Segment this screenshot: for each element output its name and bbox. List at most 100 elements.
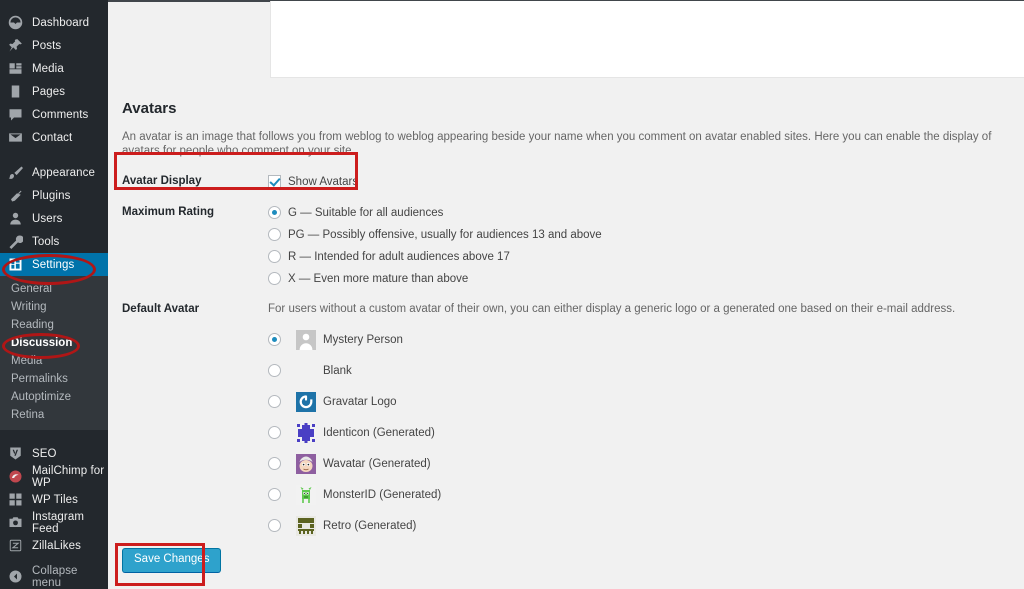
gravatar-logo-avatar <box>296 392 316 412</box>
avatar-option-mystery-person[interactable]: Mystery Person <box>268 324 1014 355</box>
rating-label-r[interactable]: R — Intended for adult audiences above 1… <box>288 251 510 263</box>
sidebar-separator-2 <box>0 430 108 442</box>
sidebar-item-tools[interactable]: Tools <box>0 230 108 253</box>
avatar-radio-mystery-person[interactable] <box>268 333 281 346</box>
maximum-rating-cell: G — Suitable for all audiences PG — Poss… <box>268 197 1024 294</box>
sidebar-item-posts[interactable]: Posts <box>0 34 108 57</box>
upper-content-panel <box>270 1 1024 78</box>
rating-label-pg[interactable]: PG — Possibly offensive, usually for aud… <box>288 229 602 241</box>
submit-area: Save Changes <box>122 548 221 573</box>
sidebar-item-label: Plugins <box>32 190 70 202</box>
table-row-maximum-rating: Maximum Rating G — Suitable for all audi… <box>122 197 1024 294</box>
brush-icon <box>8 165 23 180</box>
avatar-label-blank[interactable]: Blank <box>323 365 352 377</box>
submenu-item-discussion[interactable]: Discussion <box>0 334 108 352</box>
avatar-label-monsterid[interactable]: MonsterID (Generated) <box>323 489 441 501</box>
yoast-seo-icon <box>8 446 23 461</box>
sidebar-item-label: MailChimp for WP <box>32 465 108 489</box>
tiles-icon <box>8 492 23 507</box>
sidebar-item-dashboard[interactable]: Dashboard <box>0 11 108 34</box>
sidebar-item-settings[interactable]: Settings <box>0 253 108 276</box>
submenu-item-autoptimize[interactable]: Autoptimize <box>0 388 108 406</box>
sidebar-group-core: Dashboard Posts Media Pages Comments <box>0 11 108 149</box>
submenu-item-permalinks[interactable]: Permalinks <box>0 370 108 388</box>
avatar-radio-blank[interactable] <box>268 364 281 377</box>
avatar-label-wavatar[interactable]: Wavatar (Generated) <box>323 458 431 470</box>
default-avatar-label: Default Avatar <box>122 294 268 550</box>
sidebar-item-label: SEO <box>32 448 57 460</box>
avatar-radio-identicon[interactable] <box>268 426 281 439</box>
rating-option-g[interactable]: G — Suitable for all audiences <box>268 206 1014 219</box>
avatar-option-identicon[interactable]: Identicon (Generated) <box>268 417 1014 448</box>
sidebar-item-label: Comments <box>32 109 88 121</box>
monsterid-avatar <box>296 485 316 505</box>
avatar-label-gravatar-logo[interactable]: Gravatar Logo <box>323 396 397 408</box>
dashboard-icon <box>8 15 23 30</box>
rating-radio-g[interactable] <box>268 206 281 219</box>
sidebar-item-comments[interactable]: Comments <box>0 103 108 126</box>
avatar-label-mystery-person[interactable]: Mystery Person <box>323 334 403 346</box>
avatar-radio-retro[interactable] <box>268 519 281 532</box>
default-avatar-description: For users without a custom avatar of the… <box>268 303 1014 315</box>
sidebar-item-media[interactable]: Media <box>0 57 108 80</box>
sidebar-item-users[interactable]: Users <box>0 207 108 230</box>
avatars-section: Avatars An avatar is an image that follo… <box>122 100 1024 550</box>
avatar-radio-gravatar-logo[interactable] <box>268 395 281 408</box>
show-avatars-row[interactable]: Show Avatars <box>268 175 1014 188</box>
avatar-radio-monsterid[interactable] <box>268 488 281 501</box>
media-icon <box>8 61 23 76</box>
rating-label-g[interactable]: G — Suitable for all audiences <box>288 207 443 219</box>
avatars-description: An avatar is an image that follows you f… <box>122 130 1024 158</box>
sidebar-item-collapse-menu[interactable]: Collapse menu <box>0 565 108 588</box>
sidebar-group-plugins: SEO MailChimp for WP WP Tiles Instagram … <box>0 442 108 557</box>
sidebar-item-label: Collapse menu <box>32 565 108 589</box>
sidebar-item-pages[interactable]: Pages <box>0 80 108 103</box>
show-avatars-label[interactable]: Show Avatars <box>288 176 358 188</box>
sidebar-item-wp-tiles[interactable]: WP Tiles <box>0 488 108 511</box>
sidebar-item-appearance[interactable]: Appearance <box>0 161 108 184</box>
rating-radio-x[interactable] <box>268 272 281 285</box>
default-avatar-cell: For users without a custom avatar of the… <box>268 294 1024 550</box>
submenu-item-general[interactable]: General <box>0 280 108 298</box>
rating-option-pg[interactable]: PG — Possibly offensive, usually for aud… <box>268 228 1014 241</box>
sidebar-item-seo[interactable]: SEO <box>0 442 108 465</box>
sidebar-item-plugins[interactable]: Plugins <box>0 184 108 207</box>
sidebar-item-label: WP Tiles <box>32 494 78 506</box>
sidebar-separator-1 <box>0 149 108 161</box>
avatar-option-monsterid[interactable]: MonsterID (Generated) <box>268 479 1014 510</box>
sidebar-item-label: ZillaLikes <box>32 540 81 552</box>
rating-option-x[interactable]: X — Even more mature than above <box>268 272 1014 285</box>
rating-option-r[interactable]: R — Intended for adult audiences above 1… <box>268 250 1014 263</box>
submenu-item-reading[interactable]: Reading <box>0 316 108 334</box>
sidebar-item-label: Appearance <box>32 167 95 179</box>
table-row-avatar-display: Avatar Display Show Avatars <box>122 166 1024 197</box>
sidebar-item-label: Posts <box>32 40 61 52</box>
avatar-option-wavatar[interactable]: Wavatar (Generated) <box>268 448 1014 479</box>
avatar-radio-wavatar[interactable] <box>268 457 281 470</box>
avatar-label-identicon[interactable]: Identicon (Generated) <box>323 427 435 439</box>
show-avatars-checkbox[interactable] <box>268 175 281 188</box>
camera-icon <box>8 515 23 530</box>
avatar-display-label: Avatar Display <box>122 166 268 197</box>
wavatar-avatar <box>296 454 316 474</box>
sidebar-item-zillalikes[interactable]: ZillaLikes <box>0 534 108 557</box>
comment-icon <box>8 107 23 122</box>
submenu-item-media[interactable]: Media <box>0 352 108 370</box>
rating-label-x[interactable]: X — Even more mature than above <box>288 273 468 285</box>
plugin-icon <box>8 188 23 203</box>
rating-radio-r[interactable] <box>268 250 281 263</box>
avatar-label-retro[interactable]: Retro (Generated) <box>323 520 416 532</box>
avatar-option-blank[interactable]: Blank <box>268 355 1014 386</box>
avatar-option-gravatar-logo[interactable]: Gravatar Logo <box>268 386 1014 417</box>
sidebar-item-contact[interactable]: Contact <box>0 126 108 149</box>
zilla-icon <box>8 538 23 553</box>
sidebar-item-mailchimp[interactable]: MailChimp for WP <box>0 465 108 488</box>
save-changes-button[interactable]: Save Changes <box>122 548 221 573</box>
sidebar-item-instagram-feed[interactable]: Instagram Feed <box>0 511 108 534</box>
submenu-item-retina[interactable]: Retina <box>0 406 108 424</box>
submenu-item-writing[interactable]: Writing <box>0 298 108 316</box>
page-icon <box>8 84 23 99</box>
avatar-option-retro[interactable]: Retro (Generated) <box>268 510 1014 541</box>
pin-icon <box>8 38 23 53</box>
rating-radio-pg[interactable] <box>268 228 281 241</box>
